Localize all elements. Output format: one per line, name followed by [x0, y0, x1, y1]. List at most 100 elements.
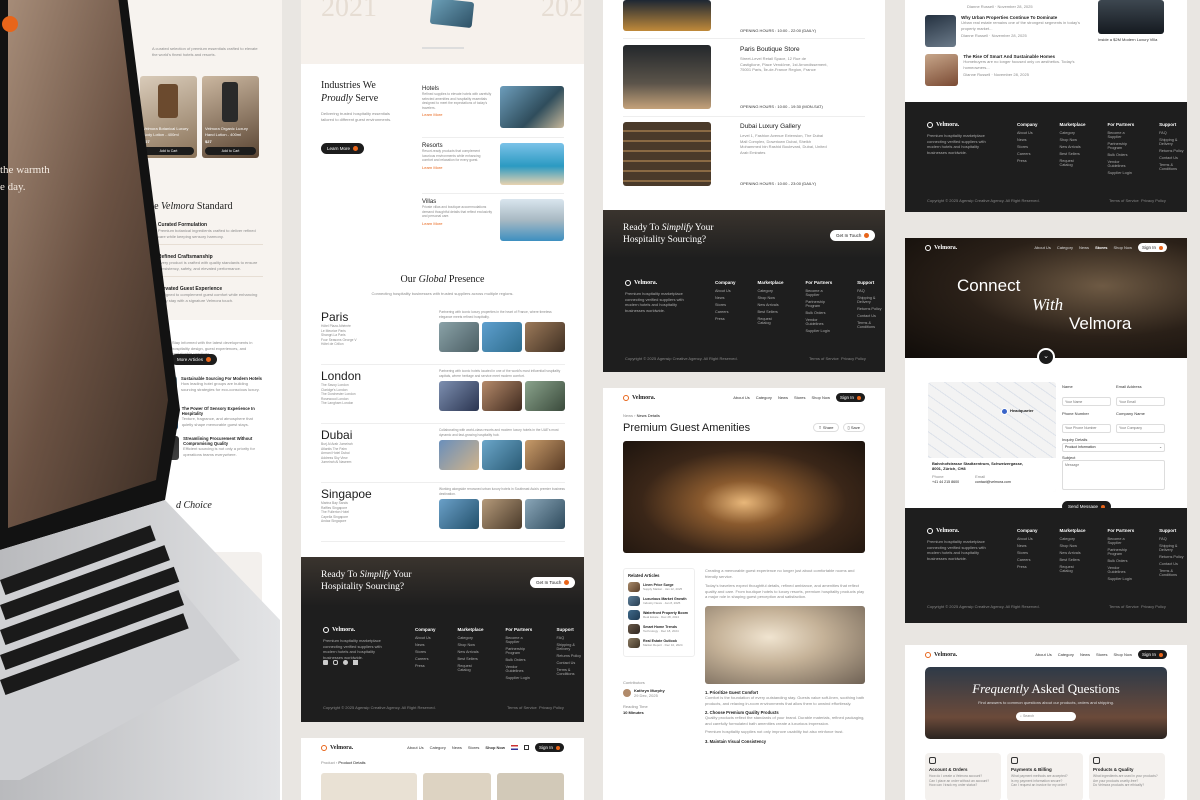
- city-dubai[interactable]: Dubai Burj Al Arab Jumeirah Atlantis The P…: [321, 424, 565, 483]
- footer-link[interactable]: Bulk Orders: [1108, 559, 1138, 563]
- footer-link[interactable]: Stores: [415, 650, 436, 654]
- store-dubai-title[interactable]: Dubai Luxury Gallery: [740, 123, 801, 130]
- nav-stores[interactable]: Stores: [1096, 652, 1108, 657]
- city-paris[interactable]: Paris Hôtel Plaza Athénée Le Meurice Paris…: [321, 306, 565, 365]
- brand-logo[interactable]: Velmora.: [321, 744, 353, 751]
- footer-link[interactable]: Partnership Program: [1108, 142, 1138, 150]
- footer-link[interactable]: Terms & Conditions: [857, 321, 885, 329]
- city-singapoe[interactable]: Singapoe Marina Bay Sands Raffles Singapor…: [321, 483, 565, 542]
- footer-link[interactable]: Request Catalog: [1060, 159, 1086, 167]
- footer-link[interactable]: Terms & Conditions: [1159, 163, 1187, 171]
- footer-link[interactable]: FAQ: [557, 636, 584, 640]
- footer-link[interactable]: Category: [458, 636, 484, 640]
- footer-link[interactable]: News: [715, 296, 736, 300]
- nav-stores[interactable]: Stores: [794, 395, 806, 400]
- save-button[interactable]: ▯ Save: [842, 422, 865, 433]
- footer-link[interactable]: Stores: [1017, 551, 1038, 555]
- faq-question[interactable]: What ingredients are used in your produc…: [1093, 774, 1161, 779]
- footer-link[interactable]: News: [415, 643, 436, 647]
- footer-link[interactable]: Terms & Conditions: [557, 668, 584, 676]
- company-input[interactable]: [1116, 423, 1165, 433]
- inquiry-select[interactable]: Product Information ⌄: [1062, 442, 1165, 452]
- footer-link[interactable]: About Us: [715, 289, 736, 293]
- more-articles-button[interactable]: More Articles: [171, 354, 218, 365]
- footer-link[interactable]: Request Catalog: [1060, 565, 1086, 573]
- industry-villas[interactable]: Villas Private villas and boutique accomm…: [422, 194, 564, 246]
- footer-link[interactable]: Returns Policy: [1159, 149, 1187, 153]
- nav-news[interactable]: News: [452, 745, 462, 750]
- location-map[interactable]: Headquarter Bahnhofstrasse Stadtzentrum,…: [928, 382, 1056, 492]
- footer-link[interactable]: Shipping & Delivery: [1159, 544, 1187, 552]
- nav-news[interactable]: News: [1080, 652, 1090, 657]
- city-london[interactable]: London The Savoy London Claridge's London T…: [321, 365, 565, 424]
- instagram-icon[interactable]: [333, 660, 338, 665]
- get-in-touch-button[interactable]: Get In Touch: [530, 577, 576, 588]
- nav-stores[interactable]: Stores: [468, 745, 480, 750]
- nav-category[interactable]: Category: [1058, 652, 1074, 657]
- nav-category[interactable]: Category: [430, 745, 446, 750]
- footer-logo[interactable]: Velmora.: [323, 627, 355, 633]
- sign-in-button[interactable]: Sign In: [835, 393, 865, 402]
- carousel-indicator[interactable]: [422, 47, 464, 49]
- footer-link[interactable]: Bulk Orders: [1108, 153, 1138, 157]
- footer-logo[interactable]: Velmora.: [927, 528, 959, 534]
- brand-logo[interactable]: Velmora.: [623, 394, 655, 401]
- message-textarea[interactable]: [1062, 460, 1165, 491]
- cart-icon[interactable]: [523, 745, 529, 750]
- footer-link[interactable]: Become a Supplier: [1108, 131, 1138, 139]
- industry-hotels[interactable]: Hotels Refined supplies to elevate hotels…: [422, 86, 564, 138]
- faq-search-input[interactable]: ⌕ Search: [1016, 712, 1076, 721]
- footer-link[interactable]: Shipping & Delivery: [857, 296, 885, 304]
- privacy-link[interactable]: Privacy Policy: [539, 705, 564, 711]
- brand-logo[interactable]: Velmora.: [925, 651, 957, 658]
- footer-link[interactable]: Become a Supplier: [506, 636, 535, 644]
- terms-link[interactable]: Terms of Service: [1109, 198, 1139, 204]
- footer-link[interactable]: Shop Now: [1060, 544, 1086, 548]
- footer-link[interactable]: New Arrivals: [758, 303, 784, 307]
- footer-link[interactable]: Contact Us: [1159, 156, 1187, 160]
- footer-link[interactable]: Contact Us: [557, 661, 584, 665]
- footer-link[interactable]: Vendor Guidelines: [1108, 160, 1138, 168]
- footer-link[interactable]: Vendor Guidelines: [806, 318, 836, 326]
- faq-question[interactable]: Do Velmora products are ethically?: [1093, 783, 1161, 788]
- footer-logo[interactable]: Velmora.: [927, 122, 959, 128]
- footer-link[interactable]: Press: [415, 664, 436, 668]
- news-item-2[interactable]: The Rise Of Smart And Sustainable Homes H…: [925, 54, 1085, 86]
- footer-link[interactable]: Supplier Login: [806, 329, 836, 333]
- footer-link[interactable]: Request Catalog: [758, 317, 784, 325]
- footer-link[interactable]: Best Sellers: [1060, 558, 1086, 562]
- product-card-3[interactable]: Velmora Organic Luxury Hand Lotion - 400…: [202, 76, 259, 158]
- footer-link[interactable]: Shipping & Delivery: [557, 643, 584, 651]
- footer-link[interactable]: Careers: [715, 310, 736, 314]
- footer-link[interactable]: Press: [1017, 159, 1038, 163]
- related-article[interactable]: Smart Home Trends Technology · Dec 18, 20…: [628, 624, 690, 634]
- footer-link[interactable]: Careers: [1017, 558, 1038, 562]
- email-input[interactable]: [1116, 397, 1165, 407]
- nav-shop[interactable]: Shop Now: [1114, 245, 1132, 250]
- footer-link[interactable]: Request Catalog: [458, 664, 484, 672]
- nav-category[interactable]: Category: [1057, 245, 1073, 250]
- footer-link[interactable]: New Arrivals: [1060, 551, 1086, 555]
- blog-item-1[interactable]: Sustainable Sourcing For Modern Hotels Ho…: [160, 376, 264, 400]
- footer-link[interactable]: Shipping & Delivery: [1159, 138, 1187, 146]
- footer-link[interactable]: Press: [1017, 565, 1038, 569]
- industry-resorts[interactable]: Resorts Resort-ready products that comple…: [422, 138, 564, 194]
- nav-shop[interactable]: Shop Now: [1114, 652, 1132, 657]
- nav-shop[interactable]: Shop Now: [812, 395, 830, 400]
- footer-link[interactable]: New Arrivals: [1060, 145, 1086, 149]
- footer-link[interactable]: Partnership Program: [806, 300, 836, 308]
- product-card-1[interactable]: Velmora Warming: [78, 76, 135, 158]
- footer-link[interactable]: Stores: [715, 303, 736, 307]
- faq-category-2[interactable]: Payments & Billing What payment methods a…: [1007, 753, 1083, 800]
- footer-link[interactable]: Best Sellers: [758, 310, 784, 314]
- get-in-touch-button[interactable]: Get In Touch: [830, 230, 876, 241]
- faq-question[interactable]: Can I request an invoice for my order?: [1011, 783, 1079, 788]
- footer-link[interactable]: Bulk Orders: [506, 658, 535, 662]
- terms-link[interactable]: Terms of Service: [1109, 604, 1139, 610]
- footer-link[interactable]: Returns Policy: [557, 654, 584, 658]
- footer-link[interactable]: Careers: [415, 657, 436, 661]
- privacy-link[interactable]: Privacy Policy: [841, 356, 866, 362]
- footer-link[interactable]: Shop Now: [758, 296, 784, 300]
- footer-link[interactable]: Partnership Program: [506, 647, 535, 655]
- footer-link[interactable]: Become a Supplier: [806, 289, 836, 297]
